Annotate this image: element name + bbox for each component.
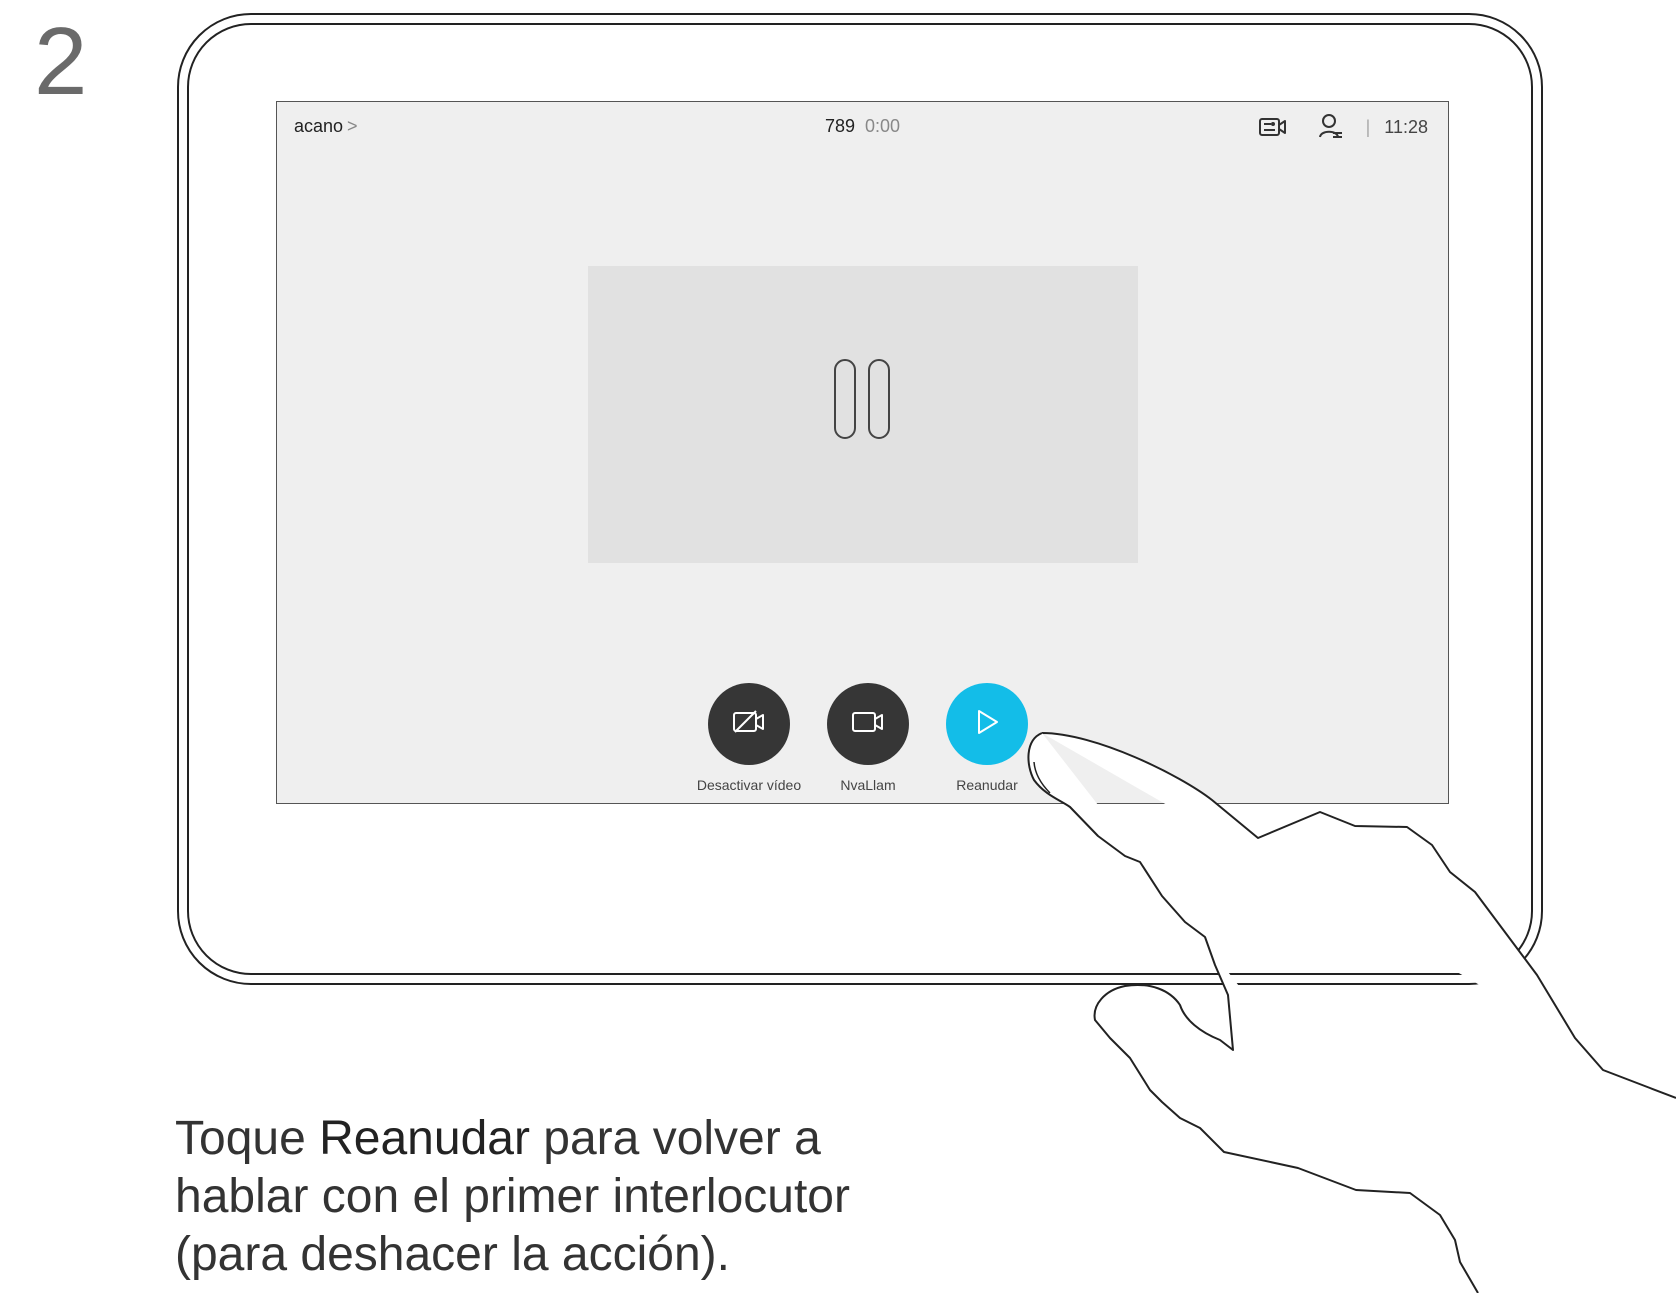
instruction-line3: (para deshacer la acción).	[175, 1228, 730, 1281]
instruction-prefix: Toque	[175, 1112, 320, 1165]
instruction-line1-suffix: para volver a	[529, 1112, 821, 1165]
instruction-line2: hablar con el primer interlocutor	[175, 1170, 850, 1223]
instruction-bold-keyword: Reanudar	[319, 1112, 530, 1165]
instruction-text: Toque Reanudar para volver a hablar con …	[175, 1110, 935, 1284]
pointing-hand-illustration	[1027, 732, 1676, 1293]
